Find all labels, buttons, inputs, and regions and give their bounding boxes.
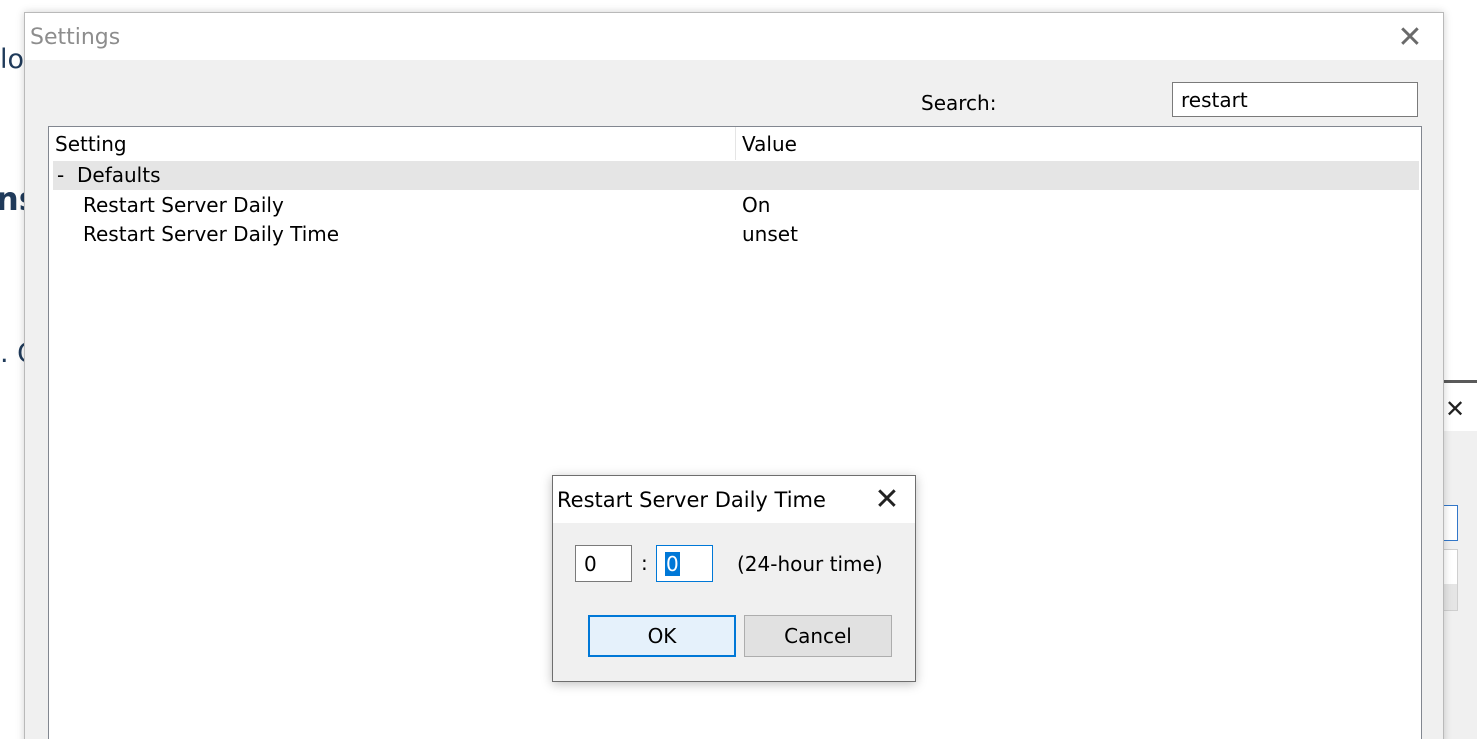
grid-header: Setting Value xyxy=(49,127,1421,160)
hour-input[interactable] xyxy=(575,545,632,582)
time-format-hint: (24-hour time) xyxy=(737,552,883,576)
close-icon[interactable]: ✕ xyxy=(1387,19,1433,55)
setting-value[interactable]: On xyxy=(742,193,770,217)
dialog-title: Restart Server Daily Time xyxy=(557,488,826,512)
window-title: Settings xyxy=(30,25,121,50)
setting-value[interactable]: unset xyxy=(742,222,798,246)
background-list-selected-row xyxy=(1443,584,1457,610)
setting-name: Restart Server Daily xyxy=(83,193,284,217)
column-divider[interactable] xyxy=(735,127,736,160)
setting-name: Restart Server Daily Time xyxy=(83,222,340,246)
group-label: Defaults xyxy=(77,163,161,187)
settings-titlebar: Settings ✕ xyxy=(25,13,1443,60)
background-list xyxy=(1443,549,1458,611)
column-header-value[interactable]: Value xyxy=(742,132,797,156)
cancel-button[interactable]: Cancel xyxy=(744,615,892,657)
dialog-titlebar: Restart Server Daily Time ✕ xyxy=(553,476,915,523)
time-separator: : xyxy=(641,551,648,575)
search-label: Search: xyxy=(921,91,997,115)
group-row-defaults[interactable]: - Defaults xyxy=(53,161,1419,190)
background-text-fragment: lo xyxy=(0,44,25,75)
time-dialog: Restart Server Daily Time ✕ : 0 (24-hour… xyxy=(552,475,916,682)
minute-selected-text: 0 xyxy=(665,551,680,576)
table-row[interactable]: Restart Server Daily On xyxy=(49,191,1421,220)
close-icon[interactable]: ✕ xyxy=(1445,395,1465,423)
background-window: ✕ xyxy=(1443,380,1477,739)
search-input[interactable] xyxy=(1172,82,1418,117)
background-input[interactable] xyxy=(1443,505,1458,541)
table-row[interactable]: Restart Server Daily Time unset xyxy=(49,220,1421,249)
ok-button[interactable]: OK xyxy=(588,615,736,657)
column-header-setting[interactable]: Setting xyxy=(55,132,127,156)
collapse-toggle[interactable]: - xyxy=(57,163,64,187)
close-icon[interactable]: ✕ xyxy=(867,481,907,517)
minute-input[interactable]: 0 xyxy=(656,545,713,582)
background-window-body xyxy=(1443,431,1477,739)
